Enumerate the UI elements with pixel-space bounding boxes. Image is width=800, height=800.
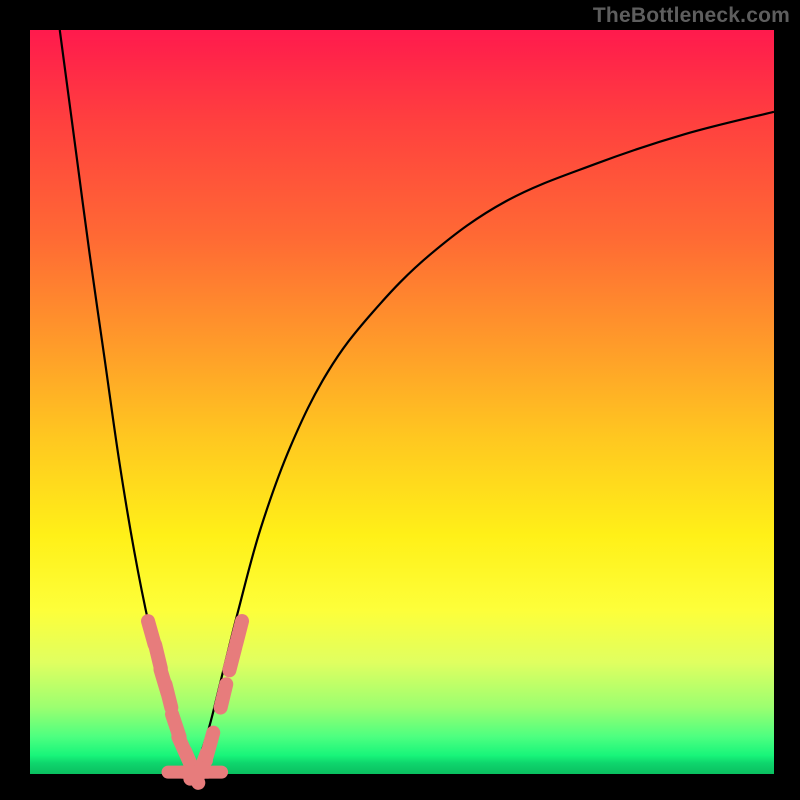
data-marker <box>165 684 171 707</box>
chart-frame: TheBottleneck.com <box>0 0 800 800</box>
data-marker <box>236 621 242 644</box>
curve-left <box>60 30 194 774</box>
data-marker <box>221 684 227 707</box>
curve-right <box>194 112 774 774</box>
chart-svg <box>0 0 800 800</box>
data-marker <box>207 733 213 756</box>
